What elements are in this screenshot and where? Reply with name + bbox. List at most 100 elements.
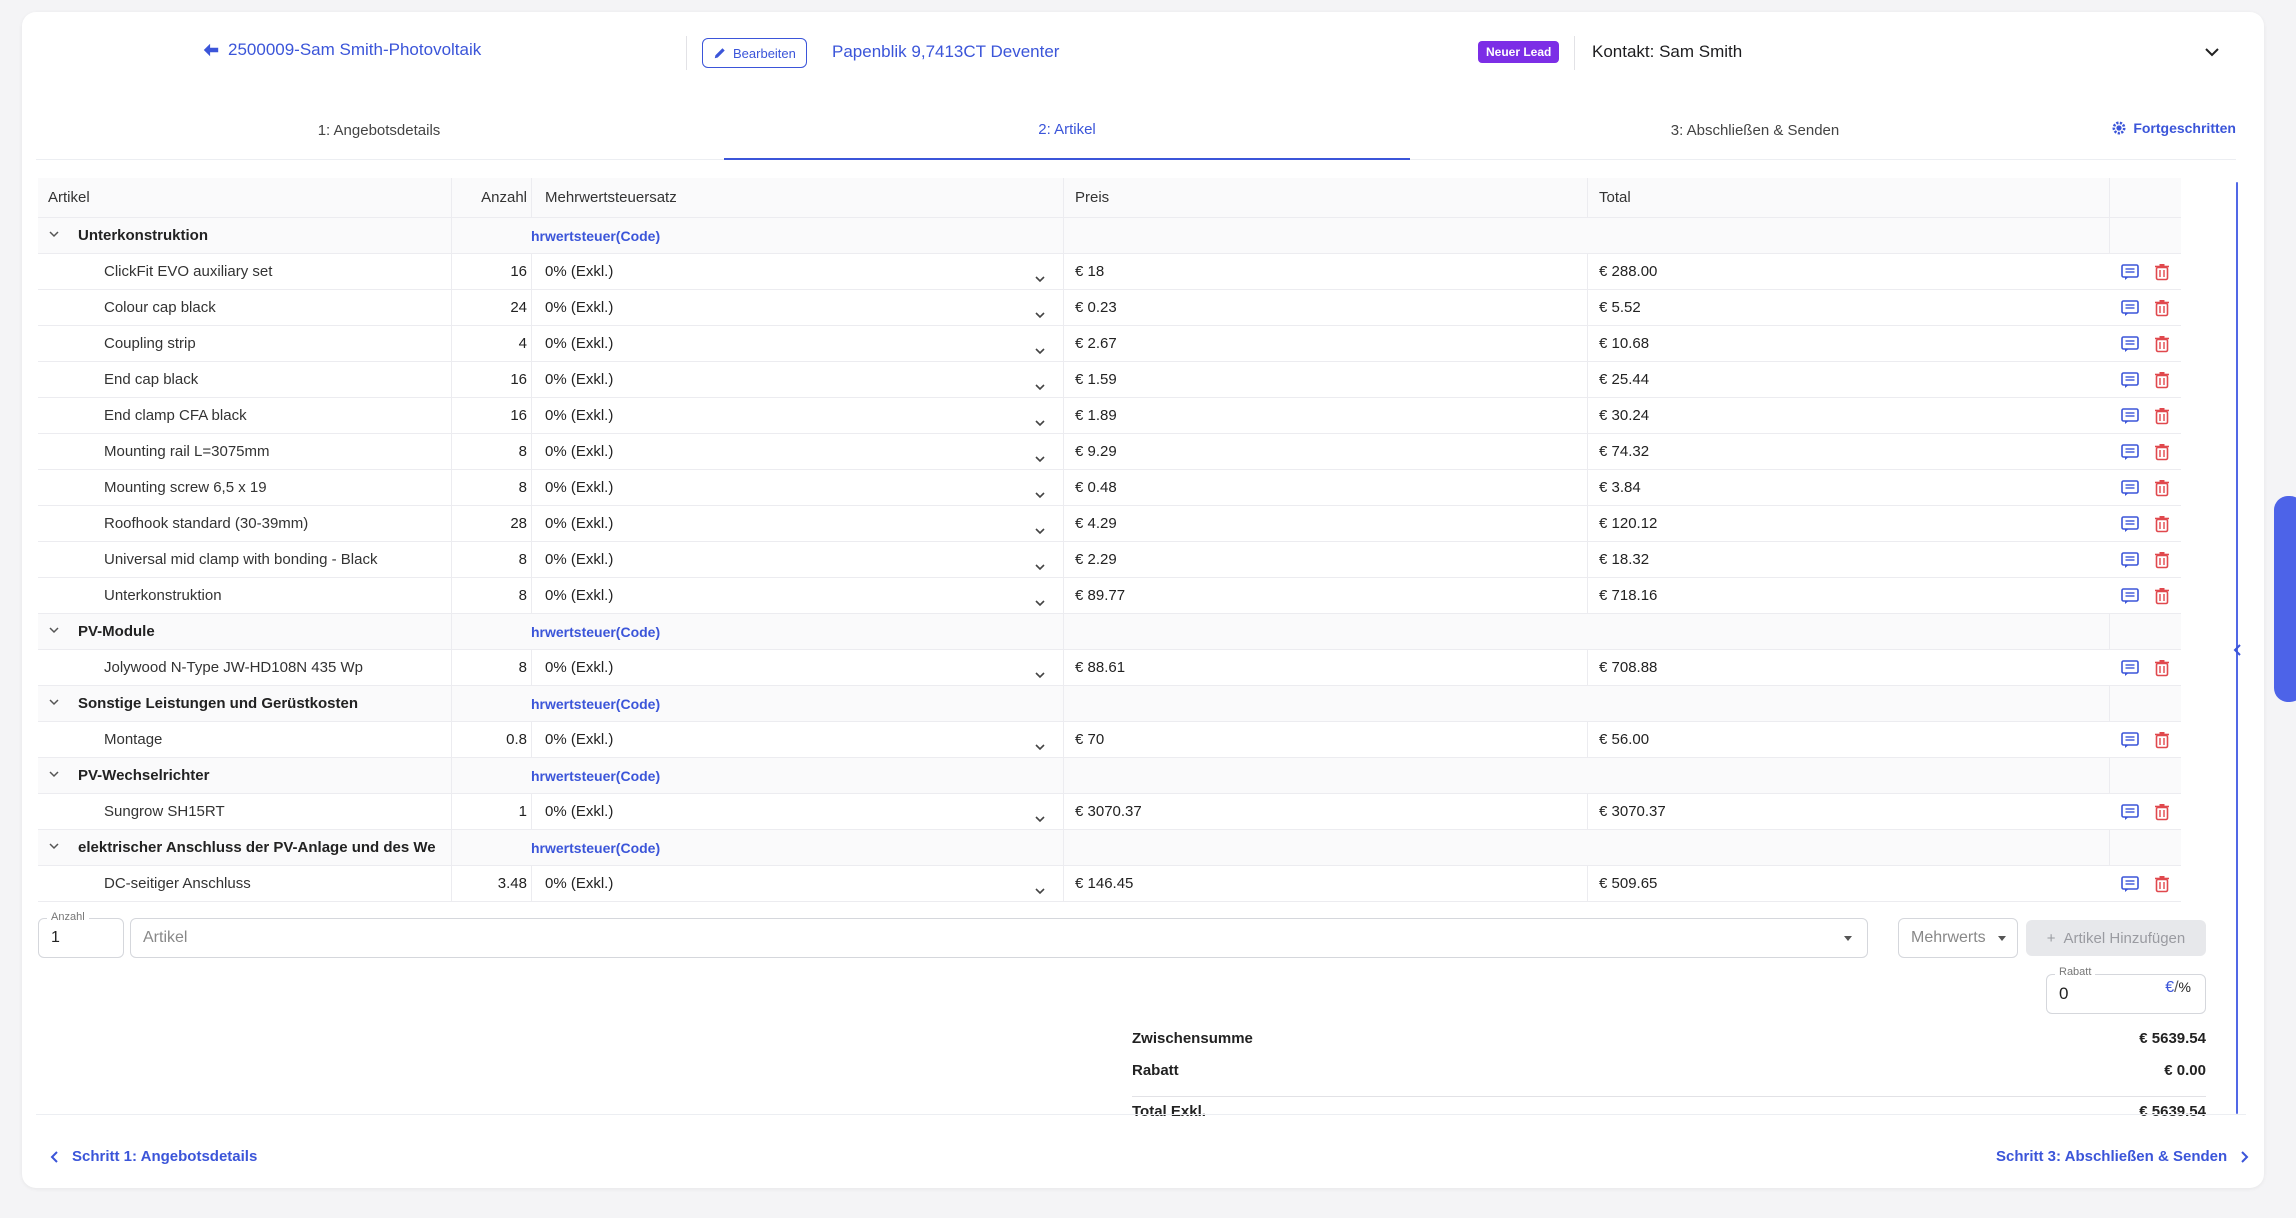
- item-quantity[interactable]: 16: [451, 398, 531, 433]
- group-toggle[interactable]: Unterkonstruktion: [48, 218, 448, 253]
- item-quantity[interactable]: 3.48: [451, 866, 531, 901]
- comment-icon[interactable]: [2119, 513, 2141, 535]
- trash-icon[interactable]: [2151, 657, 2173, 679]
- group-toggle[interactable]: Sonstige Leistungen und Gerüstkosten: [48, 686, 448, 721]
- item-quantity[interactable]: 8: [451, 542, 531, 577]
- item-vat-select[interactable]: 0% (Exkl.): [535, 722, 1061, 757]
- comment-icon[interactable]: [2119, 549, 2141, 571]
- item-quantity[interactable]: 8: [451, 650, 531, 685]
- previous-step-link[interactable]: Schritt 1: Angebotsdetails: [48, 1148, 257, 1165]
- comment-icon[interactable]: [2119, 297, 2141, 319]
- group-vat-code-link[interactable]: hrwertsteuer(Code): [531, 830, 660, 865]
- item-vat-select[interactable]: 0% (Exkl.): [535, 362, 1061, 397]
- edit-button[interactable]: Bearbeiten: [702, 38, 807, 68]
- comment-icon[interactable]: [2119, 657, 2141, 679]
- group-vat-code-link[interactable]: hrwertsteuer(Code): [531, 758, 660, 793]
- group-toggle[interactable]: elektrischer Anschluss der PV-Anlage und…: [48, 830, 448, 865]
- item-vat-select[interactable]: 0% (Exkl.): [535, 434, 1061, 469]
- item-vat-select[interactable]: 0% (Exkl.): [535, 470, 1061, 505]
- comment-icon[interactable]: [2119, 873, 2141, 895]
- item-price[interactable]: € 70: [1065, 722, 1587, 757]
- item-price[interactable]: € 4.29: [1065, 506, 1587, 541]
- quantity-input[interactable]: Anzahl 1: [38, 911, 124, 958]
- article-select[interactable]: Artikel: [130, 918, 1868, 958]
- tab-abschliessen[interactable]: 3: Abschließen & Senden: [1412, 100, 2098, 160]
- trash-icon[interactable]: [2151, 261, 2173, 283]
- item-price[interactable]: € 9.29: [1065, 434, 1587, 469]
- item-quantity[interactable]: 8: [451, 470, 531, 505]
- comment-icon[interactable]: [2119, 477, 2141, 499]
- item-vat-select[interactable]: 0% (Exkl.): [535, 254, 1061, 289]
- trash-icon[interactable]: [2151, 477, 2173, 499]
- item-price[interactable]: € 0.48: [1065, 470, 1587, 505]
- item-price[interactable]: € 2.29: [1065, 542, 1587, 577]
- comment-icon[interactable]: [2119, 333, 2141, 355]
- item-quantity[interactable]: 16: [451, 254, 531, 289]
- trash-icon[interactable]: [2151, 441, 2173, 463]
- item-vat-select[interactable]: 0% (Exkl.): [535, 542, 1061, 577]
- item-vat-select[interactable]: 0% (Exkl.): [535, 794, 1061, 829]
- trash-icon[interactable]: [2151, 585, 2173, 607]
- item-quantity[interactable]: 8: [451, 578, 531, 613]
- item-quantity[interactable]: 0.8: [451, 722, 531, 757]
- side-drawer-tab[interactable]: [2274, 496, 2296, 702]
- trash-icon[interactable]: [2151, 297, 2173, 319]
- next-step-link[interactable]: Schritt 3: Abschließen & Senden: [1996, 1148, 2251, 1165]
- item-quantity[interactable]: 16: [451, 362, 531, 397]
- item-price[interactable]: € 146.45: [1065, 866, 1587, 901]
- item-price[interactable]: € 2.67: [1065, 326, 1587, 361]
- tab-angebotsdetails[interactable]: 1: Angebotsdetails: [36, 100, 722, 160]
- trash-icon[interactable]: [2151, 369, 2173, 391]
- discount-input[interactable]: Rabatt 0 €/%: [2046, 966, 2206, 1014]
- comment-icon[interactable]: [2119, 369, 2141, 391]
- group-vat-code-link[interactable]: hrwertsteuer(Code): [531, 218, 660, 253]
- item-quantity[interactable]: 28: [451, 506, 531, 541]
- vat-select[interactable]: Mehrwerts: [1898, 918, 2018, 958]
- item-vat-select[interactable]: 0% (Exkl.): [535, 398, 1061, 433]
- item-vat-select[interactable]: 0% (Exkl.): [535, 578, 1061, 613]
- item-quantity[interactable]: 24: [451, 290, 531, 325]
- trash-icon[interactable]: [2151, 513, 2173, 535]
- item-quantity[interactable]: 8: [451, 434, 531, 469]
- item-vat-select[interactable]: 0% (Exkl.): [535, 506, 1061, 541]
- chevron-left-icon[interactable]: [2230, 642, 2246, 658]
- trash-icon[interactable]: [2151, 549, 2173, 571]
- comment-icon[interactable]: [2119, 441, 2141, 463]
- comment-icon[interactable]: [2119, 405, 2141, 427]
- item-price[interactable]: € 89.77: [1065, 578, 1587, 613]
- group-toggle[interactable]: PV-Module: [48, 614, 448, 649]
- chevron-down-icon[interactable]: [2202, 42, 2222, 62]
- group-vat-code-link[interactable]: hrwertsteuer(Code): [531, 686, 660, 721]
- item-vat-select[interactable]: 0% (Exkl.): [535, 290, 1061, 325]
- item-vat-select[interactable]: 0% (Exkl.): [535, 326, 1061, 361]
- comment-icon[interactable]: [2119, 261, 2141, 283]
- comment-icon[interactable]: [2119, 801, 2141, 823]
- address-link[interactable]: Papenblik 9,7413CT Deventer: [832, 42, 1059, 62]
- comment-icon[interactable]: [2119, 585, 2141, 607]
- item-quantity[interactable]: 1: [451, 794, 531, 829]
- advanced-settings-button[interactable]: Fortgeschritten: [2111, 120, 2236, 136]
- trash-icon[interactable]: [2151, 333, 2173, 355]
- trash-icon[interactable]: [2151, 801, 2173, 823]
- item-name: ClickFit EVO auxiliary set: [104, 263, 273, 280]
- item-price[interactable]: € 3070.37: [1065, 794, 1587, 829]
- item-vat-select[interactable]: 0% (Exkl.): [535, 650, 1061, 685]
- item-price[interactable]: € 1.59: [1065, 362, 1587, 397]
- item-price[interactable]: € 88.61: [1065, 650, 1587, 685]
- back-to-project-link[interactable]: 2500009-Sam Smith-Photovoltaik: [202, 40, 481, 60]
- trash-icon[interactable]: [2151, 729, 2173, 751]
- comment-icon[interactable]: [2119, 729, 2141, 751]
- add-article-row: Anzahl 1 Artikel Mehrwerts + Artikel Hin…: [38, 911, 2206, 958]
- item-price[interactable]: € 0.23: [1065, 290, 1587, 325]
- group-vat-code-link[interactable]: hrwertsteuer(Code): [531, 614, 660, 649]
- item-vat-select[interactable]: 0% (Exkl.): [535, 866, 1061, 901]
- group-toggle[interactable]: PV-Wechselrichter: [48, 758, 448, 793]
- trash-icon[interactable]: [2151, 405, 2173, 427]
- item-quantity[interactable]: 4: [451, 326, 531, 361]
- add-article-button[interactable]: + Artikel Hinzufügen: [2026, 920, 2206, 956]
- item-price[interactable]: € 1.89: [1065, 398, 1587, 433]
- item-price[interactable]: € 18: [1065, 254, 1587, 289]
- tab-artikel[interactable]: 2: Artikel: [724, 100, 1410, 160]
- trash-icon[interactable]: [2151, 873, 2173, 895]
- currency-percent-toggle[interactable]: €/%: [2165, 979, 2191, 997]
